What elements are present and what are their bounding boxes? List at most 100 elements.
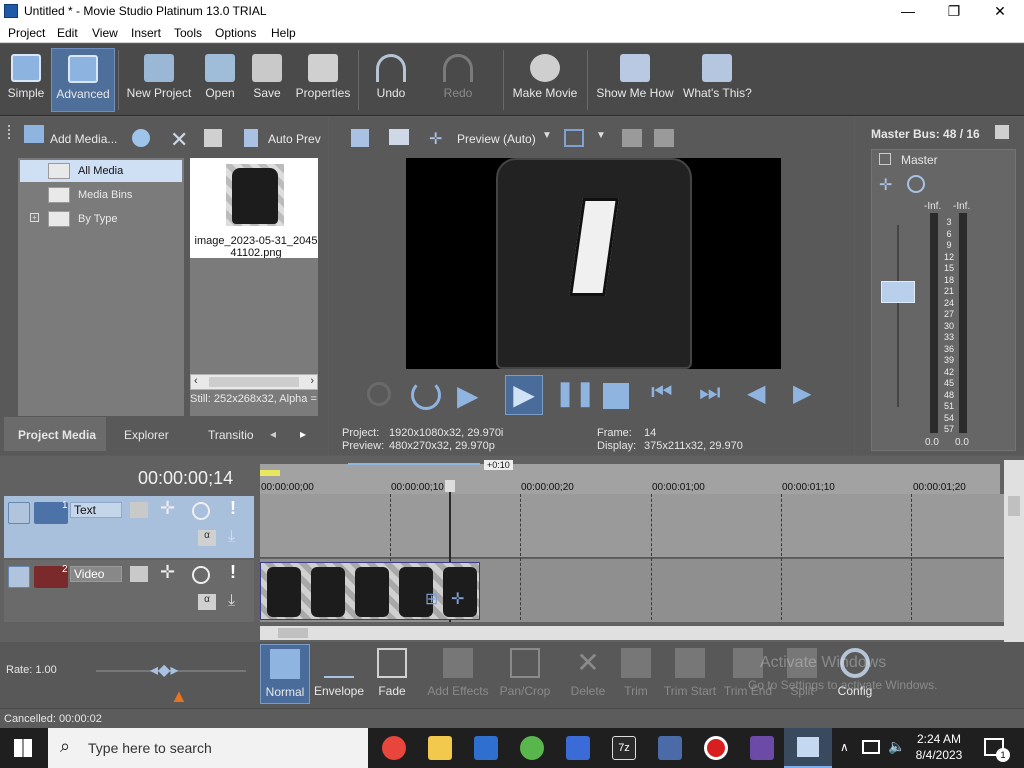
tab-explorer[interactable]: Explorer [124, 428, 169, 442]
menu-insert[interactable]: Insert [131, 26, 161, 40]
scroll-thumb[interactable] [209, 377, 299, 387]
rate-slider-handle[interactable]: ◂◆▸ [150, 660, 178, 680]
chevron-down-icon[interactable]: ▼ [596, 130, 606, 141]
master-fx-icon[interactable] [879, 153, 891, 165]
master-fader[interactable] [881, 281, 915, 303]
config-button[interactable]: Config [830, 644, 880, 704]
advanced-button[interactable]: Advanced [51, 48, 115, 112]
track-fx-icon[interactable]: ✛ [160, 498, 175, 519]
event-fx-icon[interactable]: ✛ [451, 589, 464, 609]
timeline-vertical-scrollbar[interactable] [1004, 460, 1024, 642]
undo-button[interactable]: Undo [367, 48, 415, 112]
scroll-thumb[interactable] [1008, 496, 1020, 516]
make-movie-button[interactable]: Make Movie [509, 48, 581, 112]
grid-overlay-icon[interactable] [564, 129, 584, 147]
mute-icon[interactable] [907, 175, 925, 193]
video-event-clip[interactable]: ⊞ ✛ [260, 562, 480, 620]
save-snapshot-icon[interactable] [654, 129, 674, 147]
normal-edit-tool[interactable]: Normal [260, 644, 310, 704]
taskbar-search-box[interactable]: ⌕ Type here to search [48, 728, 368, 768]
monitor-icon[interactable] [389, 129, 409, 145]
chrome-icon[interactable] [382, 736, 406, 760]
store-icon[interactable] [474, 736, 498, 760]
loop-icon[interactable] [411, 380, 441, 410]
track-fx-icon[interactable]: ✛ [160, 562, 175, 583]
tab-scroll-right-icon[interactable]: ▸ [292, 422, 314, 446]
chevron-up-icon[interactable]: ∧ [840, 740, 849, 754]
compositing-mode-icon[interactable] [130, 566, 148, 582]
tree-item-all-media[interactable]: All Media [48, 160, 123, 182]
track-minimize-icon[interactable] [8, 566, 30, 588]
preview-properties-icon[interactable] [351, 129, 369, 147]
menu-help[interactable]: Help [271, 26, 296, 40]
maximize-button[interactable]: ❐ [931, 0, 977, 23]
horizontal-scrollbar[interactable]: ‹ › [190, 374, 318, 390]
auto-preview-icon[interactable] [244, 129, 258, 147]
clock-date[interactable]: 8/4/2023 [910, 748, 968, 762]
menu-options[interactable]: Options [215, 26, 256, 40]
event-pan-crop-icon[interactable]: ⊞ [425, 589, 438, 609]
go-to-start-icon[interactable]: ⏮ [651, 379, 673, 407]
scroll-thumb[interactable] [278, 628, 308, 638]
close-button[interactable]: ✕ [977, 0, 1023, 23]
recorder-icon[interactable] [704, 736, 728, 760]
tab-project-media[interactable]: Project Media [4, 417, 106, 451]
envelope-edit-tool[interactable]: Envelope [312, 644, 366, 704]
next-frame-icon[interactable]: ▶ [793, 379, 811, 408]
menu-edit[interactable]: Edit [57, 26, 78, 40]
previous-frame-icon[interactable]: ◀ [747, 379, 765, 408]
stop-icon[interactable] [603, 383, 629, 409]
compositing-mode-icon[interactable] [130, 502, 148, 518]
play-from-start-icon[interactable]: ▶ [457, 379, 479, 412]
media-file-item[interactable]: image_2023-05-31_2045 41102.png [190, 158, 318, 259]
insert-fx-icon[interactable]: ✛ [879, 175, 892, 195]
show-me-how-button[interactable]: Show Me How [593, 48, 677, 112]
track-motion-icon[interactable]: ⤓ [228, 528, 235, 546]
file-explorer-icon[interactable] [428, 736, 452, 760]
spotify-like-icon[interactable] [520, 736, 544, 760]
globe-icon[interactable] [132, 129, 150, 147]
open-button[interactable]: Open [200, 48, 240, 112]
media-properties-icon[interactable] [204, 129, 222, 147]
time-ruler[interactable] [260, 464, 1000, 494]
menu-tools[interactable]: Tools [174, 26, 202, 40]
clock-time[interactable]: 2:24 AM [914, 732, 964, 746]
copy-snapshot-icon[interactable] [622, 129, 642, 147]
bus-properties-icon[interactable] [995, 125, 1009, 139]
track-solo-icon[interactable]: ! [230, 498, 236, 519]
save-button[interactable]: Save [248, 48, 286, 112]
chevron-down-icon[interactable]: ▼ [542, 130, 552, 141]
track-minimize-icon[interactable] [8, 502, 30, 524]
movie-studio-taskbar-button[interactable] [784, 728, 832, 768]
new-project-button[interactable]: New Project [124, 48, 194, 112]
pause-icon[interactable]: ❚❚ [555, 379, 595, 408]
track-motion-icon[interactable]: ⤓ [228, 592, 235, 610]
simple-button[interactable]: Simple [4, 48, 48, 112]
fade-tool[interactable]: Fade [370, 644, 414, 704]
expand-icon[interactable]: + [30, 213, 39, 222]
tab-scroll-left-icon[interactable]: ◂ [262, 422, 284, 446]
alpha-icon[interactable]: α [198, 594, 216, 610]
track-solo-icon[interactable]: ! [230, 562, 236, 583]
track-header-video[interactable]: 2 Video ✛ ! α ⤓ [4, 560, 254, 622]
whats-this-button[interactable]: What's This? [683, 48, 752, 112]
network-icon[interactable] [862, 740, 880, 754]
track-mute-icon[interactable] [192, 502, 210, 520]
split-screen-icon[interactable]: ✛ [429, 129, 442, 149]
properties-button[interactable]: Properties [293, 48, 353, 112]
app-icon[interactable] [658, 736, 682, 760]
windows-start-icon[interactable] [14, 739, 32, 757]
tree-item-by-type[interactable]: By Type [48, 208, 118, 230]
track-name-field[interactable]: Text [70, 502, 122, 518]
delete-media-icon[interactable]: ✕ [170, 127, 188, 153]
tab-transitions[interactable]: Transitio [208, 428, 254, 442]
7zip-icon[interactable]: 7z [612, 736, 636, 760]
loop-region-marker[interactable] [260, 470, 280, 476]
track-mute-icon[interactable] [192, 566, 210, 584]
add-media-button[interactable]: Add Media... [50, 132, 117, 146]
alpha-icon[interactable]: α [198, 530, 216, 546]
preview-quality-select[interactable]: Preview (Auto) [457, 132, 536, 146]
playhead-handle[interactable] [445, 480, 455, 492]
tree-item-media-bins[interactable]: Media Bins [48, 184, 132, 206]
record-icon[interactable] [367, 382, 391, 406]
